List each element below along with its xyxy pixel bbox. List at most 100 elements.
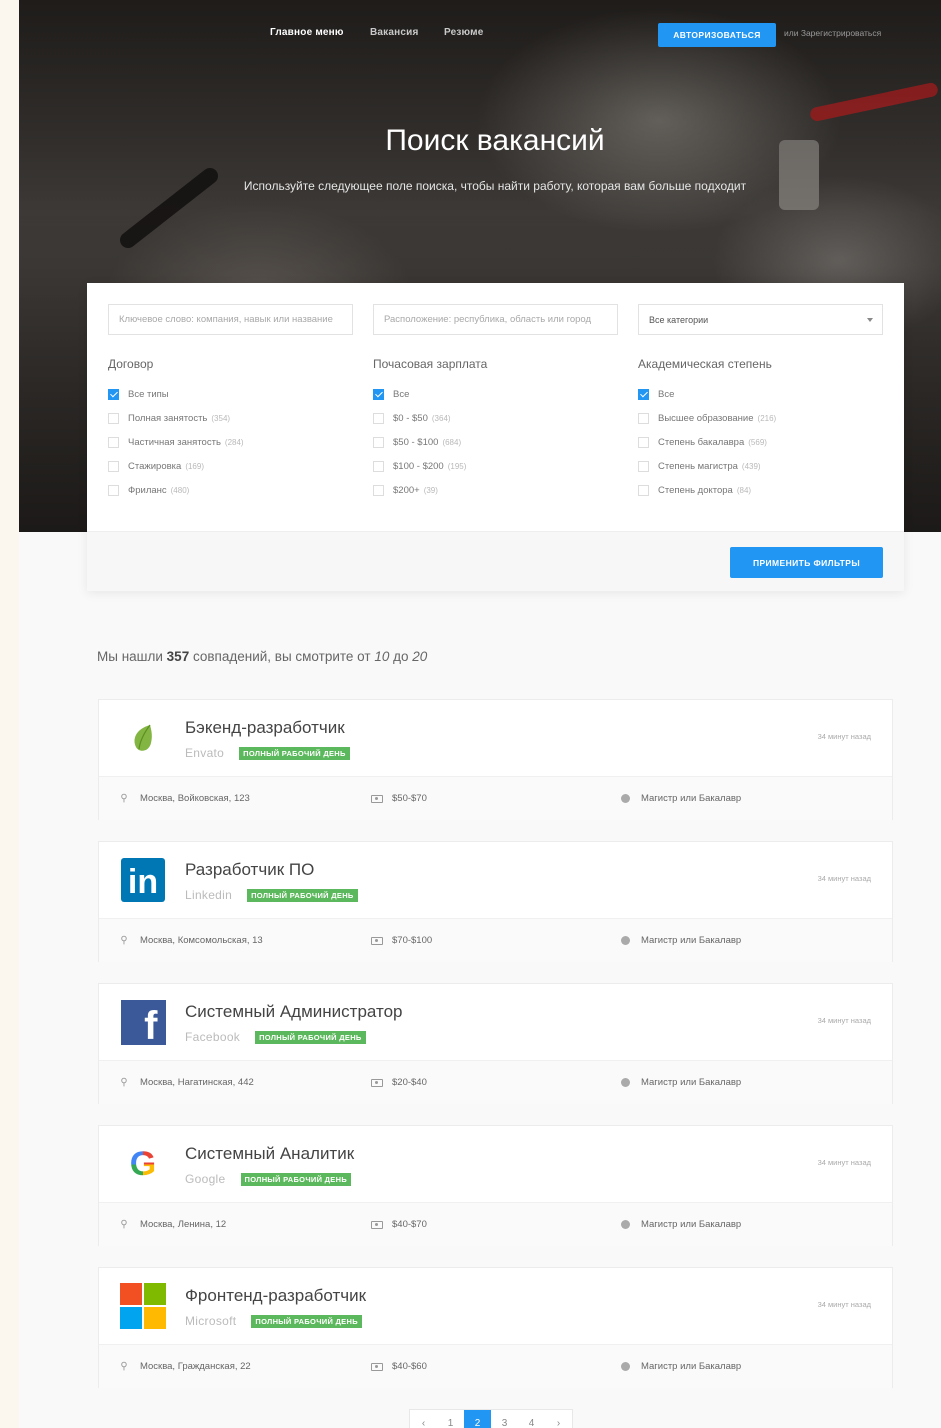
checkbox[interactable]	[108, 436, 119, 448]
job-location: ⚲ Москва, Гражданская, 22	[119, 1361, 250, 1372]
checkbox[interactable]	[638, 460, 649, 472]
education-icon	[621, 1078, 630, 1087]
map-pin-icon: ⚲	[120, 1077, 128, 1088]
checkbox[interactable]	[108, 412, 119, 424]
job-title[interactable]: Системный Аналитик	[185, 1144, 354, 1164]
checkbox[interactable]	[373, 388, 384, 400]
filter-option-count: (439)	[741, 461, 761, 471]
next-page-icon[interactable]: ›	[545, 1410, 572, 1428]
filter-option-label: Степень бакалавра	[658, 436, 745, 448]
nav-vacancies[interactable]: Вакансия	[370, 27, 419, 38]
money-icon	[371, 794, 383, 803]
job-title[interactable]: Разработчик ПО	[185, 860, 314, 880]
location-text: Москва, Войковская, 123	[140, 793, 250, 804]
filter-option-degree-4[interactable]: Степень доктора (84)	[638, 483, 751, 497]
education-text: Магистр или Бакалавр	[641, 1219, 742, 1230]
education-icon	[621, 936, 630, 945]
filter-option-count: (480)	[170, 485, 190, 495]
contract-filter-title: Договор	[108, 357, 154, 371]
checkbox[interactable]	[108, 388, 119, 400]
filter-option-degree-2[interactable]: Степень бакалавра (569)	[638, 435, 767, 449]
salary-text: $70-$100	[392, 935, 433, 946]
prev-page-icon[interactable]: ‹	[410, 1410, 437, 1428]
page-4[interactable]: 4	[518, 1410, 545, 1428]
education-text: Магистр или Бакалавр	[641, 793, 742, 804]
filter-option-salary-3[interactable]: $100 - $200 (195)	[373, 459, 466, 473]
checkbox[interactable]	[373, 484, 384, 496]
filter-option-degree-1[interactable]: Высшее образование (216)	[638, 411, 776, 425]
job-card[interactable]: Фронтенд-разработчик Microsoft полный рабо…	[98, 1267, 893, 1388]
category-select[interactable]: Все категории	[638, 304, 883, 335]
filter-option-count: (364)	[431, 413, 451, 423]
job-card-header: f Системный Администратор Facebook полный р…	[99, 984, 892, 1060]
company-label: Facebook	[185, 1030, 241, 1044]
job-title[interactable]: Бэкенд-разработчик	[185, 718, 345, 738]
checkbox[interactable]	[373, 460, 384, 472]
job-card-meta: ⚲ Москва, Комсомольская, 13 $70-$100 Магист…	[99, 918, 892, 962]
education-text: Магистр или Бакалавр	[641, 1077, 742, 1088]
job-card[interactable]: Бэкенд-разработчик Envato полный рабочий д…	[98, 699, 893, 820]
page-3[interactable]: 3	[491, 1410, 518, 1428]
filter-option-degree-3[interactable]: Степень магистра (439)	[638, 459, 761, 473]
filter-panel: Ключевое слово: компания, навык или назв…	[87, 283, 904, 591]
apply-filters-button[interactable]: Применить фильтры	[730, 547, 883, 578]
money-icon	[371, 1362, 383, 1371]
filter-option-salary-4[interactable]: $200+ (39)	[373, 483, 438, 497]
job-card-meta: ⚲ Москва, Войковская, 123 $50-$70 Магистр и…	[99, 776, 892, 820]
job-card[interactable]: G Системный Аналитик Google полный рабочий …	[98, 1125, 893, 1246]
filter-option-contract-1[interactable]: Полная занятость (354)	[108, 411, 230, 425]
education-text: Магистр или Бакалавр	[641, 935, 742, 946]
checkbox[interactable]	[638, 412, 649, 424]
job-title[interactable]: Фронтенд-разработчик	[185, 1286, 366, 1306]
location-text: Москва, Комсомольская, 13	[140, 935, 263, 946]
facebook-logo-icon: f	[120, 999, 166, 1046]
filter-option-label: $0 - $50	[393, 412, 428, 424]
results-prefix: Мы нашли	[97, 649, 167, 664]
filter-option-salary-2[interactable]: $50 - $100 (684)	[373, 435, 461, 449]
page-1[interactable]: 1	[437, 1410, 464, 1428]
job-card[interactable]: in Разработчик ПО Linkedin полный рабочий д…	[98, 841, 893, 962]
checkbox[interactable]	[638, 436, 649, 448]
job-card[interactable]: f Системный Администратор Facebook полный р…	[98, 983, 893, 1104]
checkbox[interactable]	[373, 412, 384, 424]
page-2[interactable]: 2	[464, 1410, 491, 1428]
salary-text: $20-$40	[392, 1077, 427, 1088]
posted-time: 34 минут назад	[817, 1016, 871, 1025]
linkedin-logo-icon: in	[120, 857, 166, 903]
keyword-search-input[interactable]: Ключевое слово: компания, навык или назв…	[108, 304, 353, 335]
job-salary: $20-$40	[371, 1077, 427, 1088]
filter-option-contract-2[interactable]: Частичная занятость (284)	[108, 435, 244, 449]
filter-option-salary-0[interactable]: Все	[373, 387, 413, 401]
map-pin-icon: ⚲	[120, 935, 128, 946]
job-salary: $50-$70	[371, 793, 427, 804]
company-label: Google	[185, 1172, 226, 1186]
checkbox[interactable]	[373, 436, 384, 448]
page: Главное меню Вакансия Резюме Авторизоват…	[19, 0, 941, 1428]
checkbox[interactable]	[638, 388, 649, 400]
filter-option-contract-0[interactable]: Все типы	[108, 387, 173, 401]
nav-main-menu[interactable]: Главное меню	[270, 27, 344, 38]
filter-option-degree-0[interactable]: Все	[638, 387, 678, 401]
page-subtitle: Используйте следующее поле поиска, чтобы…	[243, 179, 747, 193]
money-icon	[371, 1078, 383, 1087]
checkbox[interactable]	[638, 484, 649, 496]
filter-option-count: (169)	[185, 461, 204, 471]
job-location: ⚲ Москва, Нагатинская, 442	[119, 1077, 253, 1088]
job-education: Магистр или Бакалавр	[621, 935, 741, 946]
degree-filter-title: Академическая степень	[638, 357, 772, 371]
google-logo-icon: G	[129, 1144, 157, 1183]
nav-resume[interactable]: Резюме	[444, 27, 484, 38]
location-search-input[interactable]: Расположение: республика, область или го…	[373, 304, 618, 335]
filter-option-contract-4[interactable]: Фриланс (480)	[108, 483, 189, 497]
checkbox[interactable]	[108, 460, 119, 472]
posted-time: 34 минут назад	[817, 874, 871, 883]
filter-option-contract-3[interactable]: Стажировка (169)	[108, 459, 204, 473]
posted-time: 34 минут назад	[817, 1300, 871, 1309]
register-link[interactable]: или Зарегистрироваться	[784, 28, 881, 38]
login-button[interactable]: Авторизоваться	[658, 23, 776, 47]
checkbox[interactable]	[108, 484, 119, 496]
job-education: Магистр или Бакалавр	[621, 793, 741, 804]
job-card-meta: ⚲ Москва, Ленина, 12 $40-$70 Магистр или Ба…	[99, 1202, 892, 1246]
job-title[interactable]: Системный Администратор	[185, 1002, 403, 1022]
filter-option-salary-1[interactable]: $0 - $50 (364)	[373, 411, 451, 425]
